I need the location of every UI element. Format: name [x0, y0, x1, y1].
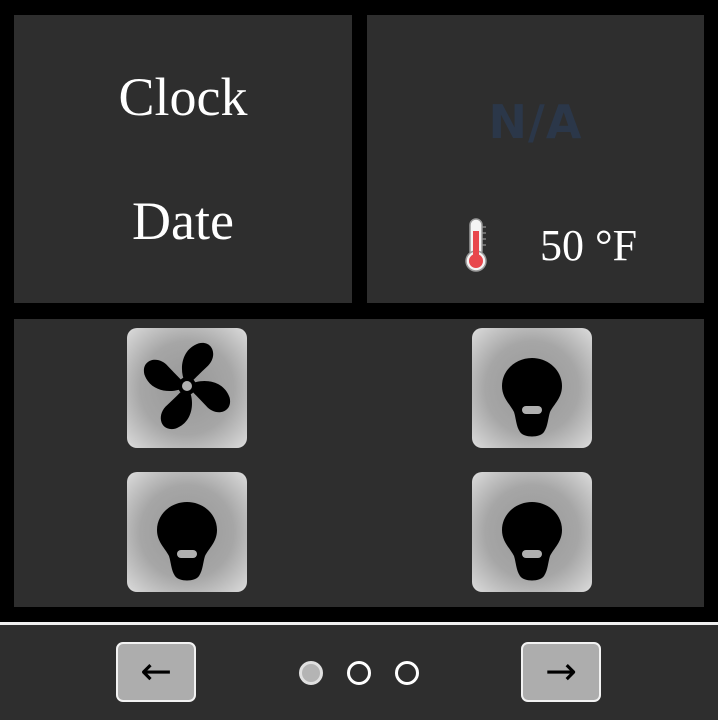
fan-toggle-button[interactable]: [127, 328, 247, 448]
page-indicator-dot-2[interactable]: [347, 661, 371, 685]
light-bulb-icon: [502, 358, 562, 437]
page-indicator-dot-3[interactable]: [395, 661, 419, 685]
light-toggle-button[interactable]: [472, 472, 592, 592]
light-toggle-button[interactable]: [127, 472, 247, 592]
device-controls-panel: [14, 319, 704, 607]
date-label: Date: [132, 191, 234, 251]
fan-icon: [143, 342, 231, 430]
previous-page-button[interactable]: ←: [116, 642, 196, 702]
light-toggle-button[interactable]: [472, 328, 592, 448]
next-page-button[interactable]: →: [521, 642, 601, 702]
page-indicator-dot-1[interactable]: [299, 661, 323, 685]
temperature-readout: 50 °F: [540, 221, 638, 270]
clock-panel: Clock Date: [14, 15, 352, 303]
weather-status: N/A: [488, 95, 583, 149]
light-bulb-icon: [157, 502, 217, 581]
weather-panel: N/A: [367, 15, 704, 303]
thermometer-icon: [465, 218, 487, 272]
light-bulb-icon: [502, 502, 562, 581]
clock-label: Clock: [118, 67, 248, 127]
